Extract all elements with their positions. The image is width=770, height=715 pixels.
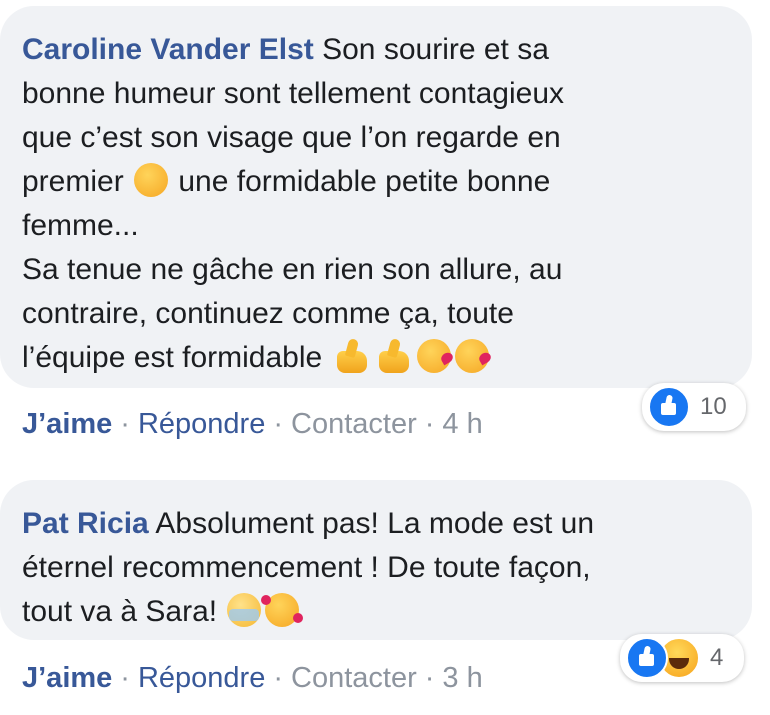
separator: · xyxy=(120,408,130,440)
separator: · xyxy=(120,662,130,694)
comment-text-line: Sa tenue ne gâche en rien son allure, au xyxy=(22,253,563,286)
separator: · xyxy=(424,662,435,694)
comment-bubble: Pat Ricia Absolument pas! La mode est un… xyxy=(0,480,752,640)
face-blowing-kiss-emoji-icon xyxy=(454,339,489,373)
reaction-count: 4 xyxy=(710,644,724,671)
comment-text-line: l’équipe est formidable xyxy=(22,341,331,374)
reply-button[interactable]: Répondre xyxy=(138,408,265,440)
crying-laughing-emoji-icon xyxy=(227,593,262,627)
comment-actions: J’aime · Répondre · Contacter · 4 h xyxy=(22,408,483,441)
reaction-count: 10 xyxy=(700,393,727,420)
comment-text-line: Son sourire et sa xyxy=(313,33,549,66)
reaction-summary[interactable]: 4 xyxy=(620,634,744,682)
comment-text-line: premier xyxy=(22,165,133,198)
comment-text: Pat Ricia Absolument pas! La mode est un… xyxy=(22,502,722,634)
thumbs-up-emoji-icon xyxy=(375,339,413,373)
comment-text-line: tout va à Sara! xyxy=(22,595,226,628)
like-button[interactable]: J’aime xyxy=(22,662,112,694)
reply-button[interactable]: Répondre xyxy=(138,662,265,694)
comment-text-line: une formidable petite bonne xyxy=(170,165,551,198)
comment-text-line: contraire, continuez comme ça, toute xyxy=(22,297,514,330)
comment-text-line: femme... xyxy=(22,209,139,242)
comment-author[interactable]: Caroline Vander Elst xyxy=(22,33,314,66)
like-reaction-icon xyxy=(648,386,690,428)
comment-text-line: que c’est son visage que l’on regarde en xyxy=(22,121,561,154)
comment-text: Caroline Vander Elst Son sourire et sa b… xyxy=(22,28,722,380)
comment-text-line: éternel recommencement ! De toute façon, xyxy=(22,551,591,584)
separator: · xyxy=(424,408,435,440)
thumbs-up-emoji-icon xyxy=(333,339,371,373)
comment-actions: J’aime · Répondre · Contacter · 3 h xyxy=(22,662,483,695)
like-button[interactable]: J’aime xyxy=(22,408,112,440)
separator: · xyxy=(273,408,284,440)
comment-text-line: bonne humeur sont tellement contagieux xyxy=(22,77,565,110)
comment-timestamp[interactable]: 3 h xyxy=(442,662,482,694)
like-reaction-icon xyxy=(626,637,668,679)
face-blowing-kiss-emoji-icon xyxy=(416,339,451,373)
comment-author[interactable]: Pat Ricia xyxy=(22,507,149,540)
smiling-face-with-hearts-emoji-icon xyxy=(261,593,304,627)
comment-text-line: Absolument pas! La mode est un xyxy=(148,507,595,540)
comment-timestamp[interactable]: 4 h xyxy=(442,408,482,440)
contact-button[interactable]: Contacter xyxy=(291,408,417,440)
winking-face-emoji-icon xyxy=(134,163,169,197)
comment-bubble: Caroline Vander Elst Son sourire et sa b… xyxy=(0,6,752,388)
separator: · xyxy=(273,662,284,694)
reaction-summary[interactable]: 10 xyxy=(642,383,746,431)
contact-button[interactable]: Contacter xyxy=(291,662,417,694)
